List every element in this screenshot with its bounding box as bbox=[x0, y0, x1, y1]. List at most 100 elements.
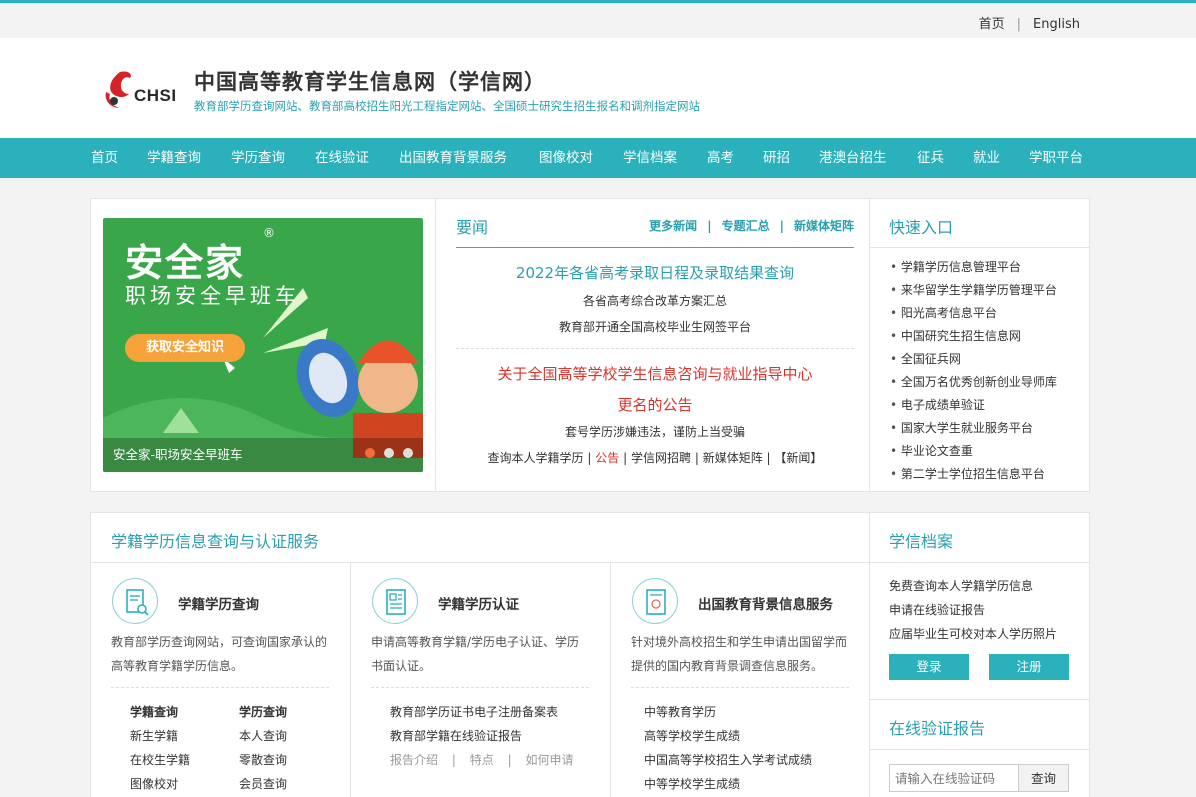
headline-rename-line2[interactable]: 更名的公告 bbox=[456, 394, 854, 415]
nav-archive[interactable]: 学信档案 bbox=[623, 138, 677, 178]
document-search-icon bbox=[112, 578, 158, 624]
link-secondary-grades[interactable]: 中等学校学生成绩 bbox=[644, 775, 740, 792]
service-xueji-title[interactable]: 学籍学历查询 bbox=[178, 593, 259, 613]
nav-overseas-service[interactable]: 出国教育背景服务 bbox=[399, 138, 507, 178]
quick-item-thesis-check[interactable]: 毕业论文查重 bbox=[890, 442, 973, 459]
chsi-logo[interactable]: CHSI bbox=[100, 68, 182, 113]
announcement-link[interactable]: 公告 bbox=[595, 451, 619, 465]
news-item-sign-platform[interactable]: 教育部开通全国高校毕业生网签平台 bbox=[456, 318, 854, 335]
link-how-to-apply[interactable]: 如何申请 bbox=[525, 753, 573, 767]
register-button[interactable]: 注册 bbox=[989, 654, 1069, 680]
headline-rename-line1[interactable]: 关于全国高等学校学生信息咨询与就业指导中心 bbox=[456, 363, 854, 384]
sub-link-separator: | bbox=[451, 753, 456, 767]
archive-title-divider bbox=[870, 562, 1089, 563]
sub-link-separator: | bbox=[507, 753, 512, 767]
new-media-matrix-link[interactable]: 新媒体矩阵 bbox=[703, 451, 763, 465]
verify-query-button[interactable]: 查询 bbox=[1019, 764, 1069, 792]
nav-online-verify[interactable]: 在线验证 bbox=[315, 138, 369, 178]
report-sub-links: 报告介绍 | 特点 | 如何申请 bbox=[390, 751, 573, 768]
banner-subtitle: 职场安全早班车 bbox=[125, 284, 300, 308]
banner-cta-button[interactable]: 获取安全知识 bbox=[125, 334, 245, 362]
service-overseas-title[interactable]: 出国教育背景信息服务 bbox=[698, 593, 833, 613]
topics-link[interactable]: 专题汇总 bbox=[722, 219, 770, 233]
link-single-query[interactable]: 零散查询 bbox=[239, 751, 287, 768]
banner-pager bbox=[356, 447, 413, 461]
news-header: 要闻 更多新闻 | 专题汇总 | 新媒体矩阵 bbox=[456, 214, 854, 248]
link-xueji-query[interactable]: 学籍查询 bbox=[130, 703, 178, 720]
nav-conscription[interactable]: 征兵 bbox=[917, 138, 944, 178]
link-enrolled-xueji[interactable]: 在校生学籍 bbox=[130, 751, 190, 768]
nav-home[interactable]: 首页 bbox=[91, 138, 118, 178]
nav-gaokao[interactable]: 高考 bbox=[707, 138, 734, 178]
news-tag-link[interactable]: 【新闻】 bbox=[774, 451, 822, 465]
service-dashed-divider bbox=[111, 687, 329, 688]
quick-entry-title: 快速入口 bbox=[889, 218, 954, 237]
bird-logo-icon bbox=[105, 71, 131, 108]
link-report-intro[interactable]: 报告介绍 bbox=[390, 753, 438, 767]
quick-item-mentor-pool[interactable]: 全国万名优秀创新创业导师库 bbox=[890, 373, 1057, 390]
quick-item-employment-platform[interactable]: 国家大学生就业服务平台 bbox=[890, 419, 1033, 436]
headline-gaokao[interactable]: 2022年各省高考录取日程及录取结果查询 bbox=[456, 262, 854, 283]
quick-item-transcript-verify[interactable]: 电子成绩单验证 bbox=[890, 396, 985, 413]
quick-item-sunshine-gaokao[interactable]: 阳光高考信息平台 bbox=[890, 304, 997, 321]
services-title-divider bbox=[91, 562, 869, 563]
login-button[interactable]: 登录 bbox=[889, 654, 969, 680]
archive-title: 学信档案 bbox=[889, 532, 954, 551]
link-college-grades[interactable]: 高等学校学生成绩 bbox=[644, 727, 740, 744]
news-section-title: 要闻 bbox=[456, 218, 489, 237]
archive-line-verify: 申请在线验证报告 bbox=[889, 603, 986, 617]
nav-xueli[interactable]: 学历查询 bbox=[231, 138, 285, 178]
nav-yanzhao[interactable]: 研招 bbox=[763, 138, 790, 178]
link-image-proof[interactable]: 图像校对 bbox=[130, 775, 178, 792]
promo-banner[interactable]: 安全家 ® 职场安全早班车 获取安全知识 安全家-职场安全早班车 bbox=[103, 218, 423, 472]
utility-links: 首页 | English bbox=[979, 13, 1080, 32]
service-overseas-desc-line1: 针对境外高校招生和学生申请出国留学而 bbox=[631, 635, 848, 649]
quick-item-yanzhao[interactable]: 中国研究生招生信息网 bbox=[890, 327, 1021, 344]
news-item-fraud-warning[interactable]: 套号学历涉嫌违法，谨防上当受骗 bbox=[456, 423, 854, 440]
verify-code-input[interactable] bbox=[889, 764, 1019, 792]
nav-xueji[interactable]: 学籍查询 bbox=[147, 138, 201, 178]
pager-dot-3[interactable] bbox=[403, 448, 413, 458]
util-home-link[interactable]: 首页 bbox=[979, 17, 1005, 32]
quick-item-xueji-platform[interactable]: 学籍学历信息管理平台 bbox=[890, 258, 1021, 275]
site-header: CHSI 中国高等教育学生信息网（学信网） 教育部学历查询网站、教育部高校招生阳… bbox=[0, 38, 1196, 138]
quick-item-intl-students[interactable]: 来华留学生学籍学历管理平台 bbox=[890, 281, 1057, 298]
nav-image-proof[interactable]: 图像校对 bbox=[539, 138, 593, 178]
link-diploma-registration[interactable]: 教育部学历证书电子注册备案表 bbox=[390, 703, 558, 720]
link-gaokao-scores[interactable]: 中国高等学校招生入学考试成绩 bbox=[644, 751, 812, 768]
link-features[interactable]: 特点 bbox=[470, 753, 494, 767]
pager-dot-1[interactable] bbox=[365, 448, 375, 458]
service-auth-title[interactable]: 学籍学历认证 bbox=[438, 593, 519, 613]
recruitment-link[interactable]: 学信网招聘 bbox=[631, 451, 691, 465]
link-secondary-edu[interactable]: 中等教育学历 bbox=[644, 703, 716, 720]
new-media-link[interactable]: 新媒体矩阵 bbox=[794, 219, 854, 233]
utility-bar: 首页 | English bbox=[0, 3, 1196, 38]
service-dashed-divider bbox=[371, 687, 589, 688]
service-xueji-desc-line1: 教育部学历查询网站，可查询国家承认的 bbox=[111, 635, 328, 649]
archive-line-free-query: 免费查询本人学籍学历信息 bbox=[889, 579, 1034, 593]
news-bottom-links: 查询本人学籍学历 | 公告 | 学信网招聘 | 新媒体矩阵 | 【新闻】 bbox=[456, 449, 854, 466]
more-news-link[interactable]: 更多新闻 bbox=[649, 219, 697, 233]
link-xueli-query[interactable]: 学历查询 bbox=[239, 703, 287, 720]
site-subtitle: 教育部学历查询网站、教育部高校招生阳光工程指定网站、全国硕士研究生招生报名和调剂… bbox=[194, 99, 700, 113]
nav-employment[interactable]: 就业 bbox=[973, 138, 1000, 178]
banner-title: 安全家 bbox=[125, 241, 246, 285]
news-bottom-separator: | bbox=[587, 451, 592, 465]
service-dashed-divider bbox=[631, 687, 849, 688]
link-self-query[interactable]: 本人查询 bbox=[239, 727, 287, 744]
util-english-link[interactable]: English bbox=[1033, 17, 1080, 32]
util-separator: | bbox=[1016, 17, 1022, 32]
link-new-student-xueji[interactable]: 新生学籍 bbox=[130, 727, 178, 744]
quick-item-conscription[interactable]: 全国征兵网 bbox=[890, 350, 961, 367]
query-self-link[interactable]: 查询本人学籍学历 bbox=[488, 451, 584, 465]
quick-title-divider bbox=[870, 247, 1089, 248]
service-auth-desc-line2: 书面认证。 bbox=[371, 659, 432, 673]
link-xueji-verify-report[interactable]: 教育部学籍在线验证报告 bbox=[390, 727, 522, 744]
nav-career[interactable]: 学职平台 bbox=[1029, 138, 1083, 178]
site-title: 中国高等教育学生信息网（学信网） bbox=[194, 70, 546, 94]
pager-dot-2[interactable] bbox=[384, 448, 394, 458]
nav-hmt[interactable]: 港澳台招生 bbox=[819, 138, 887, 178]
quick-item-second-degree[interactable]: 第二学士学位招生信息平台 bbox=[890, 465, 1045, 482]
news-item-reform[interactable]: 各省高考综合改革方案汇总 bbox=[456, 292, 854, 309]
link-member-query[interactable]: 会员查询 bbox=[239, 775, 287, 792]
